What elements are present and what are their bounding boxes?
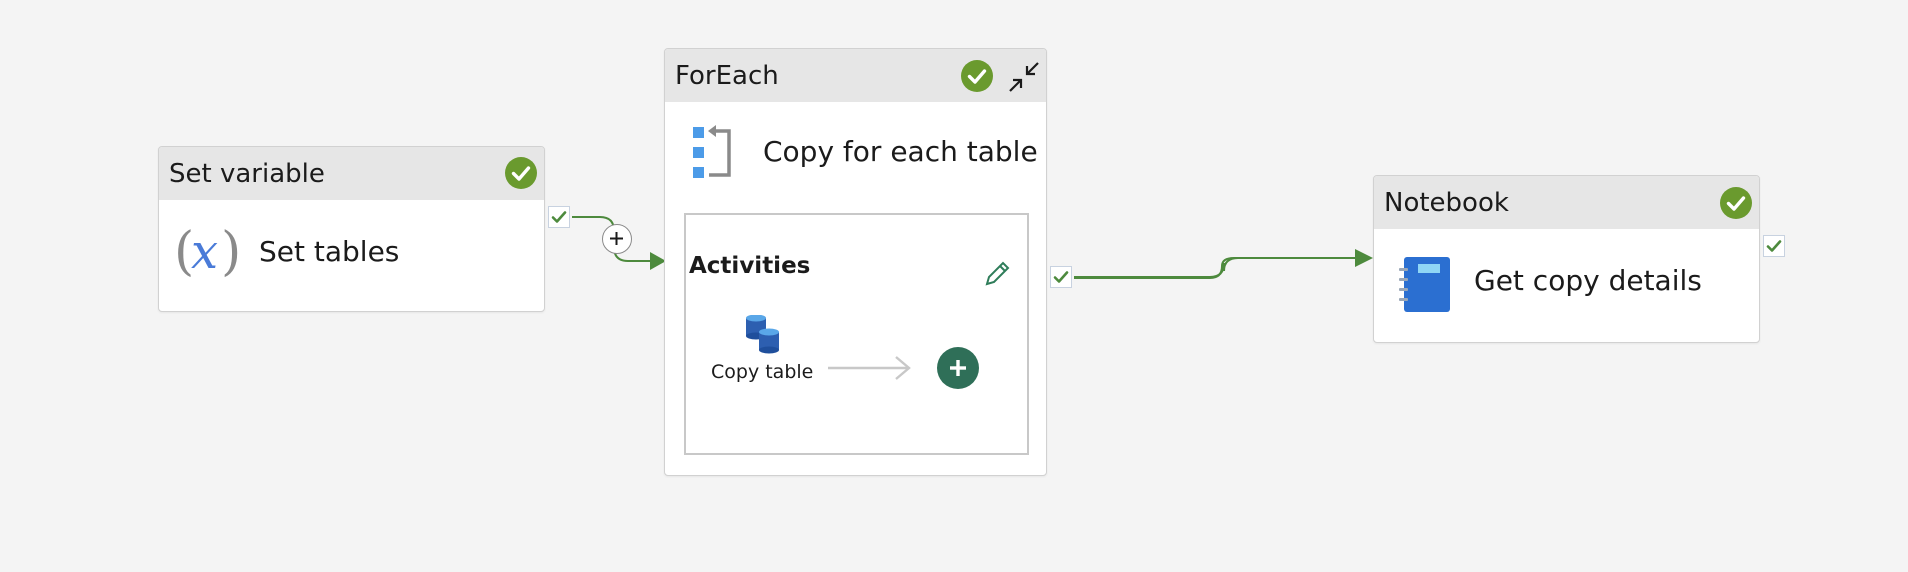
on-success-port[interactable] [548, 206, 570, 228]
svg-text:x: x [191, 224, 218, 280]
set-variable-activity[interactable]: Set variable ( x ) Set tables [158, 146, 545, 312]
wire-foreach-to-notebook [1074, 257, 1355, 278]
check-icon [551, 211, 567, 223]
inner-activities-panel: Activities Copy table [684, 213, 1029, 455]
variable-x-icon: ( x ) [174, 222, 241, 282]
plus-icon [610, 232, 623, 245]
svg-text:): ) [221, 222, 241, 282]
plus-icon [950, 360, 966, 376]
on-success-port[interactable] [1763, 235, 1785, 257]
check-icon [1766, 240, 1782, 252]
collapse-icon[interactable] [1005, 58, 1043, 96]
activity-header: Notebook [1374, 176, 1759, 229]
copy-data-icon [746, 315, 779, 354]
notebook-icon [1399, 257, 1450, 312]
activity-header: Set variable [159, 147, 544, 200]
pipeline-canvas[interactable]: Set variable ( x ) Set tables ForEach Co… [0, 0, 1908, 572]
add-activity-button[interactable] [937, 347, 979, 389]
activities-title: Activities [689, 253, 811, 279]
activity-type-label: ForEach [675, 61, 779, 91]
activity-name: Get copy details [1474, 264, 1702, 297]
foreach-activity[interactable]: ForEach Copy for each table Activities C… [664, 48, 1047, 476]
on-success-port[interactable] [1050, 266, 1072, 288]
check-icon [1053, 271, 1069, 283]
success-status-icon [505, 157, 537, 189]
activity-name: Set tables [259, 235, 400, 268]
notebook-activity[interactable]: Notebook Get copy details [1373, 175, 1760, 343]
wire-arrowhead [1355, 249, 1373, 267]
add-dependency-button[interactable] [602, 224, 632, 254]
success-status-icon [961, 60, 993, 92]
edit-pencil-icon[interactable] [982, 259, 1012, 289]
activity-name: Copy for each table [763, 135, 1038, 168]
foreach-icon [693, 125, 731, 178]
inner-activity-label: Copy table [711, 361, 814, 383]
activity-header: ForEach [665, 49, 1046, 102]
arrow-right-icon [828, 356, 911, 380]
activity-type-label: Set variable [169, 159, 325, 189]
success-status-icon [1720, 187, 1752, 219]
activity-type-label: Notebook [1384, 188, 1509, 218]
inner-activity-copy-table[interactable]: Copy table [706, 315, 816, 387]
